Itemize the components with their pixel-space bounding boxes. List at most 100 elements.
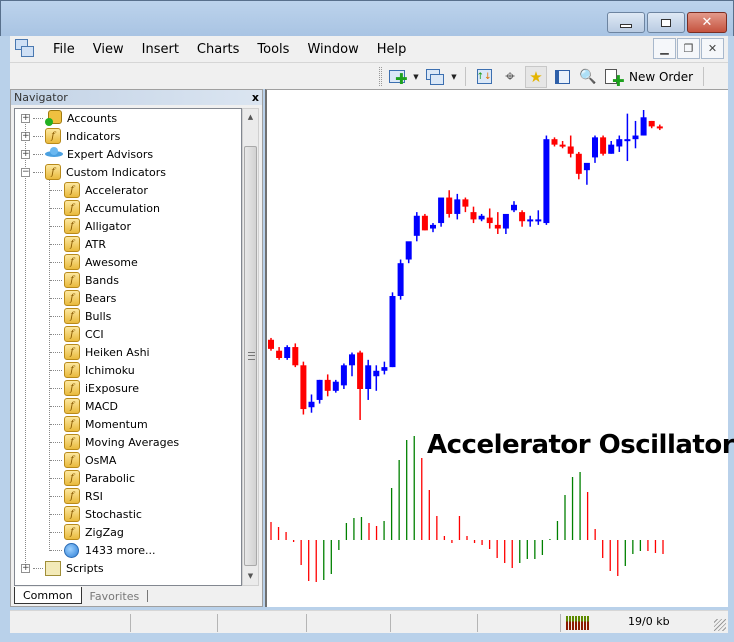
tree-item-awesome[interactable]: f Awesome [50,253,138,271]
bear-candle [567,146,574,154]
tree-item-label: Expert Advisors [67,147,154,161]
tree-item-parabolic[interactable]: f Parabolic [50,469,135,487]
tree-item-bears[interactable]: f Bears [50,289,116,307]
bull-candle [308,401,315,408]
mdi-close-button[interactable]: ✕ [701,38,724,59]
window-maximize-button[interactable] [647,12,685,33]
status-bar: 19/0 kb [10,610,728,633]
strategy-tester-button[interactable]: 🔍 [577,66,599,88]
menu-window[interactable]: Window [298,42,367,57]
bull-candle [511,204,517,211]
connection-status-icon[interactable] [566,616,592,630]
bull-candle [502,213,509,229]
scroll-thumb[interactable] [244,146,257,566]
bear-candle [575,153,582,174]
tree-node-custom-indicators[interactable]: − f Custom Indicators [21,163,166,181]
custom-indicator-icon: f [64,236,80,252]
menu-file[interactable]: File [44,42,84,57]
tree-item-osma[interactable]: f OsMA [50,451,116,469]
chart-window[interactable]: Accelerator Oscillator [265,89,734,607]
tree-item-bulls[interactable]: f Bulls [50,307,111,325]
custom-indicator-icon: f [64,182,80,198]
bear-candle [421,215,428,231]
tree-item-label: Scripts [66,561,104,575]
custom-indicator-icon: f [64,488,80,504]
window-close-button[interactable]: ✕ [687,12,727,33]
bear-candle [300,365,307,410]
tree-item-label: Bands [85,273,119,287]
tree-item-atr[interactable]: f ATR [50,235,106,253]
expert-advisor-icon [45,146,63,162]
tree-node-expert-advisors[interactable]: + Expert Advisors [21,145,153,163]
bull-candle [592,137,598,158]
tree-item-accumulation[interactable]: f Accumulation [50,199,160,217]
menu-help[interactable]: Help [368,42,416,57]
toolbar-grip[interactable] [379,67,382,86]
new-chart-button[interactable]: ✚ [386,66,408,88]
expand-toggle[interactable]: + [21,131,30,141]
tree-item-stochastic[interactable]: f Stochastic [50,505,142,523]
tree-node-scripts[interactable]: + Scripts [21,559,104,577]
expand-toggle[interactable]: + [21,113,30,123]
custom-indicator-icon: f [64,254,80,270]
tree-item-heiken-ashi[interactable]: f Heiken Ashi [50,343,150,361]
navigator-scrollbar[interactable]: ▲ ▼ [242,108,259,586]
tree-item-rsi[interactable]: f RSI [50,487,103,505]
tab-common[interactable]: Common [14,587,82,604]
tree-item-macd[interactable]: f MACD [50,397,118,415]
tree-item-bands[interactable]: f Bands [50,271,119,289]
tree-item-zigzag[interactable]: f ZigZag [50,523,124,541]
close-icon: ✕ [707,42,718,55]
profiles-button[interactable] [424,66,446,88]
mdi-minimize-button[interactable]: ▁ [653,38,676,59]
bear-candle [656,126,663,129]
tree-item-cci[interactable]: f CCI [50,325,104,343]
custom-indicator-icon: f [64,434,80,450]
menu-view[interactable]: View [84,42,133,57]
crosshair-button[interactable]: ⌖ [499,66,521,88]
bear-candle [519,212,526,222]
tree-item-moving-averages[interactable]: f Moving Averages [50,433,179,451]
window-minimize-button[interactable] [607,12,645,33]
bear-candle [648,120,655,127]
new-order-icon-wrap[interactable]: ✚ [603,66,625,88]
custom-indicator-icon: f [64,524,80,540]
tree-item-label: Custom Indicators [66,165,166,179]
terminal-button[interactable] [551,66,573,88]
navigator-button[interactable]: ★ [525,65,547,88]
scroll-up-arrow[interactable]: ▲ [243,110,258,125]
profiles-dropdown[interactable]: ▼ [450,73,458,81]
bull-candle [389,296,396,368]
market-watch-button[interactable]: ↑ ↓ [473,66,495,88]
resize-grip[interactable] [714,619,726,631]
bear-candle [600,137,607,154]
tab-favorites[interactable]: Favorites [82,590,149,603]
tree-item-alligator[interactable]: f Alligator [50,217,131,235]
bull-candle [535,219,542,222]
menu-tools[interactable]: Tools [248,42,298,57]
app-icon[interactable] [14,38,36,60]
tree-node-indicators[interactable]: + f Indicators [21,127,120,145]
new-order-button[interactable]: New Order [629,70,693,84]
tree-item-label: ZigZag [85,525,124,539]
new-chart-dropdown[interactable]: ▼ [412,73,420,81]
tree-item-momentum[interactable]: f Momentum [50,415,148,433]
tree-item-accelerator[interactable]: f Accelerator [50,181,148,199]
tree-node-accounts[interactable]: + Accounts [21,109,117,127]
tree-item-ichimoku[interactable]: f Ichimoku [50,361,135,379]
collapse-toggle[interactable]: − [21,167,30,177]
scroll-down-arrow[interactable]: ▼ [243,569,258,584]
custom-indicator-icon: f [64,398,80,414]
menu-charts[interactable]: Charts [188,42,249,57]
menu-bar: File View Insert Charts Tools Window Hel… [10,36,728,62]
tree-item-iexposure[interactable]: f iExposure [50,379,139,397]
tree-item-more[interactable]: 1433 more... [50,541,155,559]
mdi-restore-button[interactable]: ❐ [677,38,700,59]
menu-insert[interactable]: Insert [133,42,188,57]
expand-toggle[interactable]: + [21,149,30,159]
expand-toggle[interactable]: + [21,563,30,573]
bear-candle [551,139,558,145]
navigator-close-button[interactable]: x [252,91,259,104]
tree-item-label: Accounts [67,111,118,125]
bear-candle [494,224,501,229]
